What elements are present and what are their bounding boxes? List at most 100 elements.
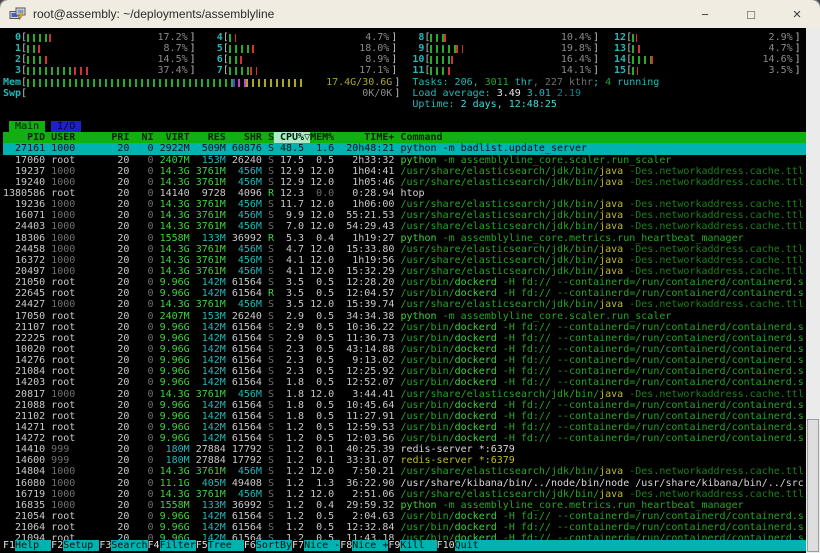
process-row-22225[interactable]: 22225 root 20 0 9.96G 142M 61564 S 2.9 0…	[3, 333, 806, 344]
process-row-10020[interactable]: 10020 root 20 0 9.96G 142M 61564 S 2.3 0…	[3, 344, 806, 355]
command-cell: /usr/bin/dockerd -H fd:// --containerd=/…	[400, 321, 804, 333]
process-row-19240[interactable]: 19240 1000 20 0 14.3G 3761M 456M S 12.9 …	[3, 177, 806, 188]
close-button[interactable]: ×	[774, 0, 820, 28]
meter-bar: 14.5%	[27, 54, 190, 65]
tab-main[interactable]: Main	[9, 121, 46, 133]
cpu-meter-1: 1[8.7%]	[3, 43, 205, 54]
cpu-cell: 1.8	[273, 410, 305, 422]
tab-io[interactable]: I/O	[51, 121, 82, 133]
process-row-1380586[interactable]: 1380586 root 20 0 14140 9728 4096 R 12.3…	[3, 188, 806, 199]
process-row-14203[interactable]: 14203 root 20 0 9.96G 142M 61564 S 1.8 0…	[3, 377, 806, 388]
scrollbar[interactable]	[806, 28, 820, 553]
process-row-14276[interactable]: 14276 root 20 0 9.96G 142M 61564 S 2.3 0…	[3, 355, 806, 366]
nice-cell: 0	[129, 522, 154, 534]
process-row-24458[interactable]: 24458 1000 20 0 14.3G 3761M 456M S 4.7 1…	[3, 244, 806, 255]
fkey-f3-search[interactable]: F3 Search	[99, 539, 148, 551]
fkey-f1-help[interactable]: F1 Help	[3, 539, 52, 551]
meter-bar: 19.8%	[430, 43, 593, 54]
column-header-virt[interactable]: VIRT	[154, 132, 190, 143]
process-row-21064[interactable]: 21064 root 20 0 9.96G 142M 61564 S 1.2 0…	[3, 522, 806, 533]
process-row-16071[interactable]: 16071 1000 20 0 14.3G 3761M 456M S 9.9 1…	[3, 210, 806, 221]
shr-cell: 61564	[225, 433, 262, 445]
process-row-17050[interactable]: 17050 root 20 0 2407M 153M 26240 S 2.9 0…	[3, 311, 806, 322]
column-header-pid[interactable]: PID	[3, 132, 45, 143]
fkey-f2-setup[interactable]: F2 Setup	[51, 539, 100, 551]
command-cell: /usr/bin/dockerd -H fd:// --containerd=/…	[400, 511, 804, 523]
uptime-line: Uptime: 2 days, 12:48:25	[3, 99, 806, 110]
column-header-command[interactable]: Command	[394, 132, 442, 143]
column-header-ni[interactable]: NI	[129, 132, 153, 143]
column-header-shr[interactable]: SHR	[226, 132, 262, 143]
process-row-20817[interactable]: 20817 1000 20 0 14.3G 3761M 456M S 1.8 1…	[3, 389, 806, 400]
column-header-s[interactable]: S	[262, 132, 274, 143]
nice-cell: 0	[129, 176, 154, 188]
fkey-f5-tree[interactable]: F5 Tree	[196, 539, 244, 551]
fkey-f7-nice-[interactable]: F7 Nice -	[292, 539, 341, 551]
meter-bar: 4.7%	[228, 32, 392, 43]
process-row-16080[interactable]: 16080 1000 20 0 11.1G 405M 49408 S 1.2 1…	[3, 478, 806, 489]
user-cell: 1000	[45, 143, 112, 155]
process-row-21050[interactable]: 21050 root 20 0 9.96G 142M 61564 S 3.5 0…	[3, 277, 806, 288]
process-row-14271[interactable]: 14271 root 20 0 9.96G 142M 61564 S 1.2 0…	[3, 422, 806, 433]
maximize-button[interactable]: □	[728, 0, 774, 28]
user-cell: 1000	[45, 466, 112, 478]
process-row-24427[interactable]: 24427 1000 20 0 14.3G 3761M 456M S 3.5 1…	[3, 299, 806, 310]
bracket: ]	[391, 65, 398, 77]
meter-segment-red	[638, 45, 640, 54]
command-cell: /usr/bin/dockerd -H fd:// --containerd=/…	[400, 522, 804, 534]
meter-value: 17.2%	[157, 32, 188, 43]
process-row-14272[interactable]: 14272 root 20 0 9.96G 142M 61564 S 1.2 0…	[3, 433, 806, 444]
virt-cell: 9.96G	[153, 511, 190, 523]
state-cell: S	[261, 243, 274, 255]
minimize-button[interactable]: −	[682, 0, 728, 28]
pid-cell: 20817	[3, 388, 46, 400]
process-row-21084[interactable]: 21084 root 20 0 9.96G 142M 61564 S 2.3 0…	[3, 366, 806, 377]
process-row-14804[interactable]: 14804 1000 20 0 14.3G 3761M 456M S 1.2 1…	[3, 466, 806, 477]
state-cell: S	[261, 410, 274, 422]
process-row-24403[interactable]: 24403 1000 20 0 14.3G 3761M 456M S 7.0 1…	[3, 221, 806, 232]
process-row-16719[interactable]: 16719 1000 20 0 14.3G 3761M 456M S 1.2 1…	[3, 489, 806, 500]
pid-cell: 16719	[3, 488, 46, 500]
process-row-18306[interactable]: 18306 1000 20 0 1558M 133M 36992 R 5.3 0…	[3, 233, 806, 244]
process-row-14600[interactable]: 14600 999 20 0 180M 27884 17792 S 1.2 0.…	[3, 455, 806, 466]
process-row-14410[interactable]: 14410 999 20 0 180M 27884 17792 S 1.2 0.…	[3, 444, 806, 455]
user-cell: root	[45, 321, 112, 333]
meter-value: 8.9%	[365, 54, 390, 66]
column-header-time+[interactable]: TIME+	[334, 132, 394, 143]
column-header-cpu%[interactable]: CPU%▽	[273, 132, 311, 144]
user-cell: root	[45, 511, 112, 523]
column-header-mem%[interactable]: MEM%	[310, 132, 334, 143]
meter-segment-red	[448, 67, 454, 76]
process-row-19236[interactable]: 19236 1000 20 0 14.3G 3761M 456M S 11.7 …	[3, 199, 806, 210]
scrollbar-thumb[interactable]	[807, 419, 819, 552]
process-row-16372[interactable]: 16372 1000 20 0 14.3G 3761M 456M S 4.1 1…	[3, 255, 806, 266]
window-title: root@assembly: ~/deployments/assemblylin…	[33, 7, 275, 21]
fkey-f8-nice+[interactable]: F8 Nice +	[340, 539, 389, 551]
column-header-res[interactable]: RES	[190, 132, 226, 143]
fkey-f9-kill[interactable]: F9 Kill	[388, 539, 437, 551]
process-row-21088[interactable]: 21088 root 20 0 9.96G 142M 61564 S 1.8 0…	[3, 400, 806, 411]
mem-cell: 0.4	[304, 499, 335, 511]
process-row-22645[interactable]: 22645 root 20 0 9.96G 142M 61564 R 3.5 0…	[3, 288, 806, 299]
pid-cell: 21088	[3, 399, 46, 411]
process-row-21054[interactable]: 21054 root 20 0 9.96G 142M 61564 S 1.2 0…	[3, 511, 806, 522]
process-row-21102[interactable]: 21102 root 20 0 9.96G 142M 61564 S 1.8 0…	[3, 411, 806, 422]
process-row-16835[interactable]: 16835 1000 20 0 1558M 133M 36992 S 1.2 0…	[3, 500, 806, 511]
nice-cell: 0	[129, 187, 154, 199]
process-row-27161[interactable]: 27161 1000 20 0 2922M 509M 60876 S 48.5 …	[3, 143, 806, 155]
process-row-19237[interactable]: 19237 1000 20 0 14.3G 3761M 456M S 12.9 …	[3, 166, 806, 177]
column-header-user[interactable]: USER	[45, 132, 111, 143]
column-header-pri[interactable]: PRI	[111, 132, 129, 143]
user-cell: 1000	[45, 199, 112, 211]
process-row-20497[interactable]: 20497 1000 20 0 14.3G 3761M 456M S 4.1 1…	[3, 266, 806, 277]
virt-cell: 14.3G	[153, 254, 190, 266]
meter-bar: 18.0%	[228, 43, 392, 54]
process-row-21107[interactable]: 21107 root 20 0 9.96G 142M 61564 S 2.9 0…	[3, 322, 806, 333]
fkey-label: Filter	[159, 539, 196, 551]
bracket: ]	[189, 43, 196, 55]
fkey-f10-quit[interactable]: F10 Quit	[437, 539, 491, 551]
user-cell: 1000	[45, 165, 112, 177]
fkey-f4-filter[interactable]: F4 Filter	[148, 539, 196, 551]
fkey-f6-sortby[interactable]: F6 SortBy	[244, 539, 293, 551]
process-row-17060[interactable]: 17060 root 20 0 2407M 153M 26240 S 17.5 …	[3, 155, 806, 166]
